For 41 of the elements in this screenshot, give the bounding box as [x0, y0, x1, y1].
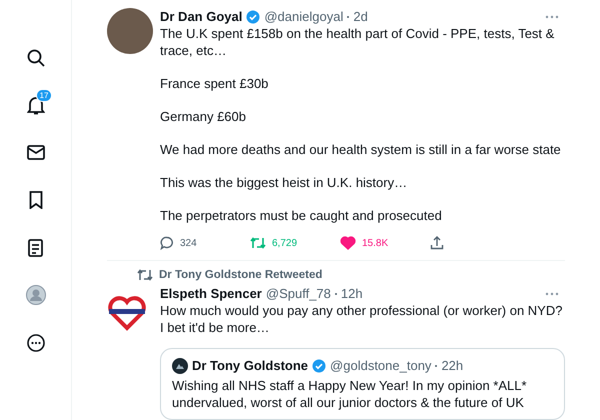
tweet-text: This was the biggest heist in U.K. history…: [160, 174, 408, 191]
retweet-count: 6,729: [272, 238, 298, 248]
share-icon[interactable]: [430, 236, 444, 250]
tweet-text: France spent £30b: [160, 75, 270, 92]
tweet-text: The perpetrators must be caught and prosecuted: [160, 207, 443, 224]
tweet-time[interactable]: 22h: [441, 357, 464, 374]
reply-count: 324: [180, 238, 197, 248]
author-handle[interactable]: @danielgoyal: [264, 8, 344, 25]
quote-avatar-icon: [172, 358, 188, 374]
author-name[interactable]: Dr Tony Goldstone: [192, 357, 308, 374]
author-handle[interactable]: @goldstone_tony: [330, 357, 432, 374]
tweet-text: How much would you pay any other professional (or worker) on NYD? I bet it'd be more…: [160, 302, 564, 336]
envelope-icon[interactable]: [26, 145, 44, 160]
separator-dot-icon: [347, 16, 350, 18]
heart-avatar-icon[interactable]: [107, 295, 147, 331]
separator-dot-icon: [334, 292, 337, 294]
bookmark-icon[interactable]: [28, 191, 42, 210]
tweet-time[interactable]: 2d: [353, 8, 368, 25]
avatar-photo-placeholder[interactable]: [107, 8, 153, 54]
author-name[interactable]: Dr Dan Goyal: [160, 8, 242, 25]
like-count: 15.8K: [362, 238, 388, 248]
reply-icon[interactable]: [160, 236, 174, 250]
separator-dot-icon: [435, 364, 438, 366]
profile-icon[interactable]: [26, 285, 46, 306]
tweet-time[interactable]: 12h: [340, 285, 363, 302]
tweet-text: We had more deaths and our health system is still in a far worse state: [160, 141, 562, 158]
quoted-tweet-card[interactable]: Dr Tony Goldstone @goldstone_tony 22h Wishing all NHS staff a Happy New Year! In my opinion *ALL* undervalued, worst of all our junior doctors & the future of UK: [160, 348, 565, 420]
retweeted-by-label: Dr Tony Goldstone Retweeted: [159, 269, 322, 281]
quoted-tweet-text: Wishing all NHS staff a Happy New Year! In my opinion *ALL* undervalued, worst of all our junior doctors & the future of UK: [172, 377, 528, 411]
tweet-text: Germany £60b: [160, 108, 247, 125]
author-name[interactable]: Elspeth Spencer: [160, 285, 262, 302]
heart-icon[interactable]: [340, 236, 356, 250]
retweet-icon: [137, 269, 153, 281]
list-icon[interactable]: [28, 238, 43, 257]
author-handle[interactable]: @Spuff_78: [266, 285, 331, 302]
tweet-text: The U.K spent £158b on the health part of Covid - PPE, tests, Test & trace, etc…: [160, 25, 556, 59]
more-options-icon[interactable]: [545, 14, 559, 18]
search-icon[interactable]: [26, 48, 44, 67]
notification-count: 17: [36, 88, 52, 102]
more-icon[interactable]: [26, 334, 44, 352]
more-options-icon[interactable]: [545, 292, 559, 296]
